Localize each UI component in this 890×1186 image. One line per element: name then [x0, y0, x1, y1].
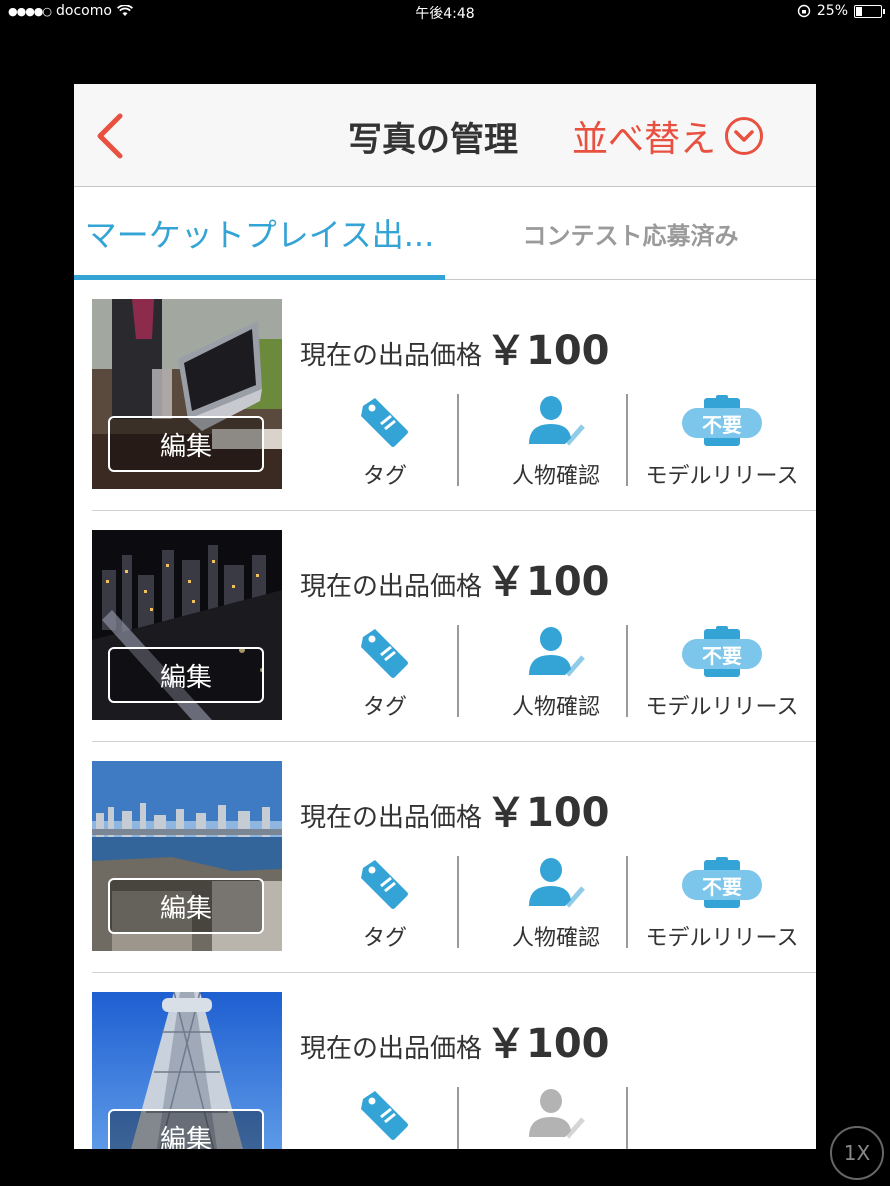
- person-check-icon: [529, 858, 585, 908]
- chevron-down-circle-icon: [725, 117, 764, 155]
- price-value: ￥100: [486, 790, 610, 836]
- tab-bar: マーケットプレイス出... コンテスト応募済み: [74, 187, 816, 280]
- edit-button[interactable]: 編集: [108, 416, 264, 472]
- tag-icon: [361, 1091, 408, 1140]
- tag-icon: [361, 629, 408, 678]
- photo-row[interactable]: 編集 現在の出品価格 ￥100 タグ 人物確認 不要 モデルリリース: [74, 742, 816, 973]
- price-value: ￥100: [486, 328, 610, 374]
- divider: [457, 1087, 459, 1149]
- zoom-1x-button[interactable]: 1X: [830, 1126, 884, 1180]
- photo-actions: タグ 人物確認 不要 モデルリリース: [300, 852, 816, 951]
- tab-marketplace[interactable]: マーケットプレイス出...: [74, 187, 445, 279]
- photo-management-screen: 写真の管理 並べ替え マーケットプレイス出... コンテスト応募済み 編集 現在…: [74, 84, 816, 1149]
- page-title: 写真の管理: [348, 120, 518, 160]
- release-badge: 不要: [702, 644, 742, 668]
- model-release-action[interactable]: 不要 モデルリリース: [628, 852, 816, 951]
- photo-thumbnail[interactable]: 編集: [92, 992, 282, 1149]
- person-check-action[interactable]: 人物確認: [471, 621, 641, 720]
- person-check-icon: [529, 396, 585, 446]
- release-badge: 不要: [702, 875, 742, 899]
- sort-label: 並べ替え: [572, 119, 717, 160]
- photo-actions: [300, 1083, 816, 1149]
- model-release-label: モデルリリース: [645, 464, 799, 489]
- current-price: 現在の出品価格 ￥100: [300, 780, 610, 838]
- edit-button[interactable]: 編集: [108, 647, 264, 703]
- status-bar: ●●●●○ docomo 午後4:48 25%: [0, 0, 890, 24]
- photo-row[interactable]: 編集 現在の出品価格 ￥100: [74, 973, 816, 1149]
- tag-action[interactable]: タグ: [300, 390, 470, 489]
- person-check-action[interactable]: [471, 1083, 641, 1149]
- navigation-bar: 写真の管理 並べ替え: [74, 84, 816, 187]
- tag-label: タグ: [362, 926, 407, 951]
- current-price: 現在の出品価格 ￥100: [300, 1011, 610, 1069]
- price-label: 現在の出品価格: [300, 803, 483, 833]
- price-value: ￥100: [486, 1021, 610, 1067]
- person-check-action[interactable]: 人物確認: [471, 390, 641, 489]
- photo-list: 編集 現在の出品価格 ￥100 タグ 人物確認 不要 モデルリリース 編集 現在…: [74, 280, 816, 1149]
- photo-thumbnail[interactable]: 編集: [92, 299, 282, 489]
- tag-action[interactable]: タグ: [300, 852, 470, 951]
- person-check-label: 人物確認: [511, 695, 600, 720]
- tag-action[interactable]: [300, 1083, 470, 1149]
- status-time: 午後4:48: [415, 6, 475, 22]
- divider: [457, 394, 459, 486]
- person-check-icon: [529, 1089, 585, 1139]
- person-check-icon: [529, 627, 585, 677]
- current-price: 現在の出品価格 ￥100: [300, 549, 610, 607]
- model-release-action[interactable]: 不要 モデルリリース: [628, 390, 816, 489]
- photo-row[interactable]: 編集 現在の出品価格 ￥100 タグ 人物確認 不要 モデルリリース: [74, 511, 816, 742]
- person-check-label: 人物確認: [511, 926, 600, 951]
- person-check-action[interactable]: 人物確認: [471, 852, 641, 951]
- tab-contest-label: コンテスト応募済み: [522, 221, 739, 250]
- price-value: ￥100: [486, 559, 610, 605]
- back-chevron-icon[interactable]: [92, 112, 132, 160]
- battery-icon: [854, 4, 885, 18]
- tab-marketplace-label: マーケットプレイス出...: [84, 216, 435, 254]
- model-release-label: モデルリリース: [645, 695, 799, 720]
- photo-thumbnail[interactable]: 編集: [92, 530, 282, 720]
- person-check-label: 人物確認: [511, 464, 600, 489]
- price-label: 現在の出品価格: [300, 341, 483, 371]
- model-release-label: モデルリリース: [645, 926, 799, 951]
- photo-actions: タグ 人物確認 不要 モデルリリース: [300, 621, 816, 720]
- tag-label: タグ: [362, 464, 407, 489]
- release-badge: 不要: [702, 413, 742, 437]
- tab-contest[interactable]: コンテスト応募済み: [445, 187, 816, 279]
- divider: [457, 625, 459, 717]
- price-label: 現在の出品価格: [300, 572, 483, 602]
- model-release-action[interactable]: 不要 モデルリリース: [628, 621, 816, 720]
- photo-row[interactable]: 編集 現在の出品価格 ￥100 タグ 人物確認 不要 モデルリリース: [74, 280, 816, 511]
- photo-actions: タグ 人物確認 不要 モデルリリース: [300, 390, 816, 489]
- edit-button[interactable]: 編集: [108, 878, 264, 934]
- rotation-lock-icon: [797, 4, 811, 18]
- tag-icon: [361, 860, 408, 909]
- battery-percent: 25%: [816, 3, 848, 19]
- tag-action[interactable]: タグ: [300, 621, 470, 720]
- current-price: 現在の出品価格 ￥100: [300, 318, 610, 376]
- edit-button[interactable]: 編集: [108, 1109, 264, 1149]
- clipboard-icon: [680, 1087, 764, 1143]
- divider: [457, 856, 459, 948]
- sort-button[interactable]: 並べ替え: [572, 110, 764, 162]
- tag-icon: [361, 398, 408, 447]
- price-label: 現在の出品価格: [300, 1034, 483, 1064]
- tag-label: タグ: [362, 695, 407, 720]
- model-release-action[interactable]: [628, 1083, 816, 1149]
- photo-thumbnail[interactable]: 編集: [92, 761, 282, 951]
